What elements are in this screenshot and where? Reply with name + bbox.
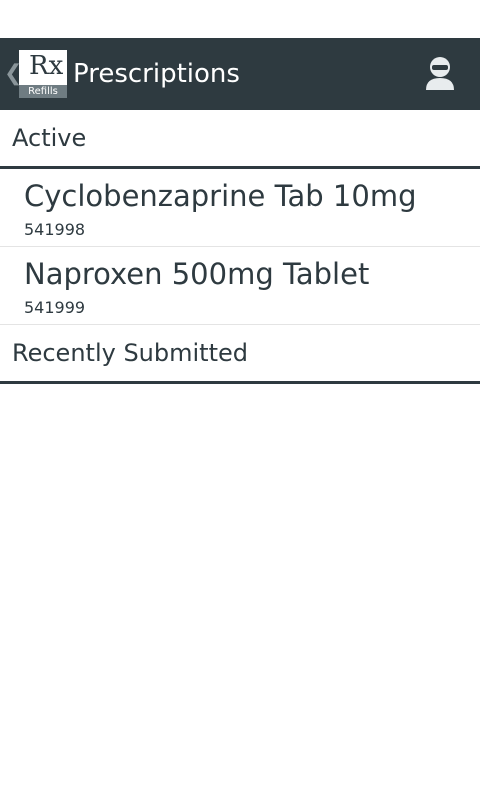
prescription-number: 541999 [24,298,86,317]
section-header-recent: Recently Submitted [0,325,480,384]
rx-logo-text: Rx [29,51,64,81]
list-item[interactable]: Naproxen 500mg Tablet 541999 [0,247,480,325]
prescription-name: Cyclobenzaprine Tab 10mg [24,179,417,213]
page-title: Prescriptions [73,59,240,89]
prescription-name: Naproxen 500mg Tablet [24,257,370,291]
chevron-left-icon[interactable]: ❮ [4,63,22,85]
user-icon[interactable] [424,56,456,92]
app-logo[interactable]: Rx Refills [19,50,67,98]
refills-label: Refills [19,85,67,98]
action-bar: ❮ Rx Refills Prescriptions [0,38,480,110]
list-item[interactable]: Cyclobenzaprine Tab 10mg 541998 [0,169,480,247]
status-bar [0,0,480,38]
section-title-recent: Recently Submitted [12,339,248,367]
section-header-active: Active [0,110,480,169]
section-title-active: Active [12,124,87,152]
prescription-number: 541998 [24,220,86,239]
